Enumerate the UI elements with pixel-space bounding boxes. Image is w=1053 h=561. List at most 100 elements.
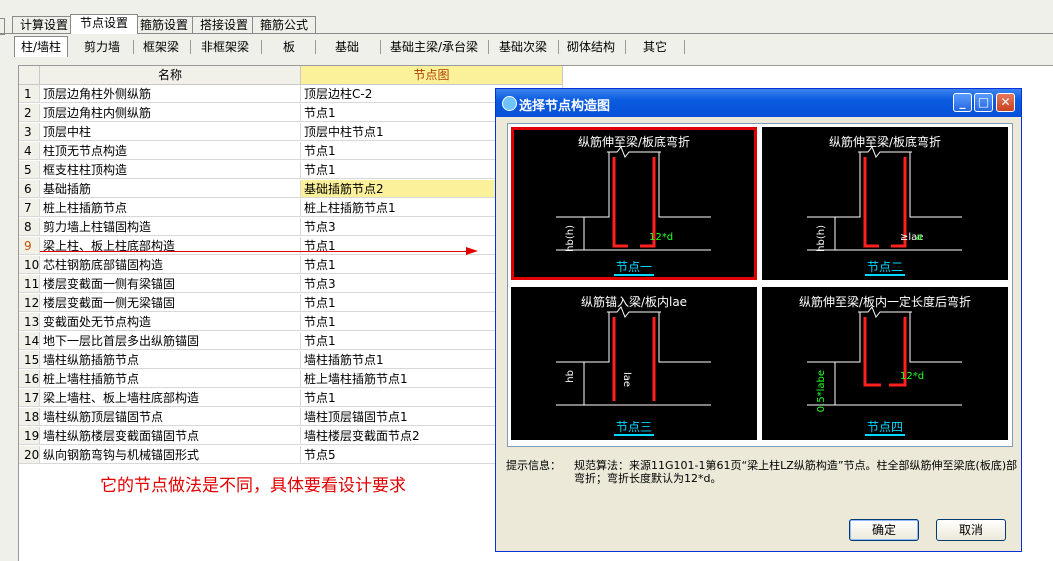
row-name[interactable]: 柱顶无节点构造 [40, 142, 301, 160]
dialog-titlebar[interactable]: 选择节点构造图 _ □ ✕ [496, 89, 1021, 117]
row-name[interactable]: 墙柱纵筋插筋节点 [40, 351, 301, 369]
tab-non-frame-beam[interactable]: 非框架梁 [194, 37, 256, 57]
row-name[interactable]: 顶层边角柱外侧纵筋 [40, 85, 301, 103]
table-row[interactable]: 11 楼层变截面一侧有梁锚固 节点3 [19, 275, 563, 294]
row-name[interactable]: 桩上柱插筋节点 [40, 199, 301, 217]
node-option-4[interactable]: 纵筋伸至梁/板内一定长度后弯折 0.5*labe 12*d 节点四 [762, 287, 1008, 440]
row-name[interactable]: 芯柱钢筋底部锚固构造 [40, 256, 301, 274]
row-name[interactable]: 梁上墙柱、板上墙柱底部构造 [40, 389, 301, 407]
row-name[interactable]: 变截面处无节点构造 [40, 313, 301, 331]
table-row[interactable]: 6 基础插筋 基础插筋节点2 [19, 180, 563, 199]
row-name[interactable]: 纵向钢筋弯钩与机械锚固形式 [40, 446, 301, 464]
table-row[interactable]: 9 梁上柱、板上柱底部构造 节点1 [19, 237, 563, 256]
table-row[interactable]: 5 框支柱柱顶构造 节点1 [19, 161, 563, 180]
dimension-label: 12*d [900, 371, 925, 382]
row-name[interactable]: 梁上柱、板上柱底部构造 [40, 237, 301, 255]
row-name[interactable]: 地下一层比首层多出纵筋锚固 [40, 332, 301, 350]
tab-separator [558, 40, 559, 54]
table-row[interactable]: 3 顶层中柱 顶层中柱节点1 [19, 123, 563, 142]
table-row[interactable]: 18 墙柱纵筋顶层锚固节点 墙柱顶层锚固节点1 [19, 408, 563, 427]
tab-foundation[interactable]: 基础 [319, 37, 375, 57]
table-row[interactable]: 8 剪力墙上柱锚固构造 节点3 [19, 218, 563, 237]
tab-separator [133, 40, 134, 54]
annotation-text: 它的节点做法是不同，具体要看设计要求 [100, 476, 406, 496]
row-number: 4 [19, 142, 40, 160]
column-outline [556, 152, 610, 218]
row-number: 11 [19, 275, 40, 293]
dialog-title: 选择节点构造图 [519, 99, 611, 114]
close-icon[interactable]: ✕ [996, 93, 1015, 112]
break-line [858, 146, 912, 158]
table-row[interactable]: 12 楼层变截面一侧无梁锚固 节点1 [19, 294, 563, 313]
tab-slab[interactable]: 板 [266, 37, 312, 57]
break-line [607, 146, 661, 158]
minimize-icon[interactable]: _ [953, 93, 972, 112]
tab-foundation-secondary-beam[interactable]: 基础次梁 [492, 37, 554, 57]
tab-other[interactable]: 其它 [629, 37, 681, 57]
table-row[interactable]: 2 顶层边角柱内侧纵筋 节点1 [19, 104, 563, 123]
row-name[interactable]: 墙柱纵筋楼层变截面锚固节点 [40, 427, 301, 445]
node-label-text: 节点三 [613, 420, 654, 436]
row-name[interactable]: 桩上墙柱插筋节点 [40, 370, 301, 388]
dimension-label: 12*d [649, 232, 674, 243]
row-name[interactable]: 框支柱柱顶构造 [40, 161, 301, 179]
column-outline [909, 152, 962, 218]
column-outline [658, 152, 711, 218]
row-number: 16 [19, 370, 40, 388]
tab-separator [488, 40, 489, 54]
select-node-dialog: 选择节点构造图 _ □ ✕ 纵筋伸至梁/板底弯折 hb(h) 12*d 节点一 纵筋伸… [495, 88, 1022, 552]
row-number: 19 [19, 427, 40, 445]
tab-foundation-main-beam[interactable]: 基础主梁/承台梁 [384, 37, 484, 57]
tab-separator [380, 40, 381, 54]
tab-stirrup-formula[interactable]: 箍筋公式 [252, 16, 316, 34]
row-name[interactable]: 剪力墙上柱锚固构造 [40, 218, 301, 236]
table-row[interactable]: 13 变截面处无节点构造 节点1 [19, 313, 563, 332]
row-name[interactable]: 楼层变截面一侧无梁锚固 [40, 294, 301, 312]
dimension-label: hb [565, 370, 576, 383]
row-number: 9 [19, 237, 40, 255]
dimension-label: hb(h) [565, 225, 576, 252]
row-number: 18 [19, 408, 40, 426]
table-row[interactable]: 20 纵向钢筋弯钩与机械锚固形式 节点5 [19, 446, 563, 465]
row-name[interactable]: 顶层边角柱内侧纵筋 [40, 104, 301, 122]
row-name[interactable]: 楼层变截面一侧有梁锚固 [40, 275, 301, 293]
row-number: 3 [19, 123, 40, 141]
table-row[interactable]: 19 墙柱纵筋楼层变截面锚固节点 墙柱楼层变截面节点2 [19, 427, 563, 446]
node-option-2[interactable]: 纵筋伸至梁/板底弯折 hb(h) ≥lae a 节点二 [762, 127, 1008, 280]
row-name[interactable]: 墙柱纵筋顶层锚固节点 [40, 408, 301, 426]
row-name[interactable]: 顶层中柱 [40, 123, 301, 141]
tab-calc-settings[interactable]: 计算设置 [12, 16, 76, 34]
cancel-button[interactable]: 取消 [936, 519, 1006, 541]
ok-button[interactable]: 确定 [849, 519, 919, 541]
tab-stirrup-settings[interactable]: 箍筋设置 [132, 16, 196, 34]
table-row[interactable]: 17 梁上墙柱、板上墙柱底部构造 节点1 [19, 389, 563, 408]
table-row[interactable]: 15 墙柱纵筋插筋节点 墙柱插筋节点1 [19, 351, 563, 370]
row-number: 14 [19, 332, 40, 350]
column-header-node[interactable]: 节点图 [301, 66, 563, 85]
tab-column[interactable]: 柱/墙柱 [14, 36, 68, 57]
table-row[interactable]: 4 柱顶无节点构造 节点1 [19, 142, 563, 161]
column-outline [807, 312, 861, 363]
main-tab-bar: 计算设置 节点设置 箍筋设置 搭接设置 箍筋公式 [0, 14, 1053, 35]
tab-frame-beam[interactable]: 框架梁 [136, 37, 186, 57]
table-row[interactable]: 14 地下一层比首层多出纵筋锚固 节点1 [19, 332, 563, 351]
row-number-header [19, 66, 40, 85]
column-outline [807, 152, 861, 218]
tab-masonry[interactable]: 砌体结构 [562, 37, 620, 57]
tab-shear-wall[interactable]: 剪力墙 [76, 37, 128, 57]
column-header-name[interactable]: 名称 [40, 66, 301, 85]
node-option-3[interactable]: 纵筋锚入梁/板内lae hb lae 节点三 [511, 287, 757, 440]
rebar-left [863, 157, 879, 248]
tab-lap-settings[interactable]: 搭接设置 [192, 16, 256, 34]
row-name[interactable]: 基础插筋 [40, 180, 301, 198]
table-row[interactable]: 1 顶层边角柱外侧纵筋 顶层边柱C-2 [19, 85, 563, 104]
hint-text: 规范算法：来源11G101-1第61页“梁上柱LZ纵筋构造”节点。柱全部纵筋伸至… [574, 459, 1018, 485]
row-number: 5 [19, 161, 40, 179]
maximize-icon[interactable]: □ [974, 93, 993, 112]
tab-node-settings[interactable]: 节点设置 [70, 14, 138, 34]
node-option-1[interactable]: 纵筋伸至梁/板底弯折 hb(h) 12*d 节点一 [511, 127, 757, 280]
table-row[interactable]: 7 桩上柱插筋节点 桩上柱插筋节点1 [19, 199, 563, 218]
table-row[interactable]: 10 芯柱钢筋底部锚固构造 节点1 [19, 256, 563, 275]
dimension-label: 0.5*labe [816, 370, 827, 413]
table-row[interactable]: 16 桩上墙柱插筋节点 桩上墙柱插筋节点1 [19, 370, 563, 389]
